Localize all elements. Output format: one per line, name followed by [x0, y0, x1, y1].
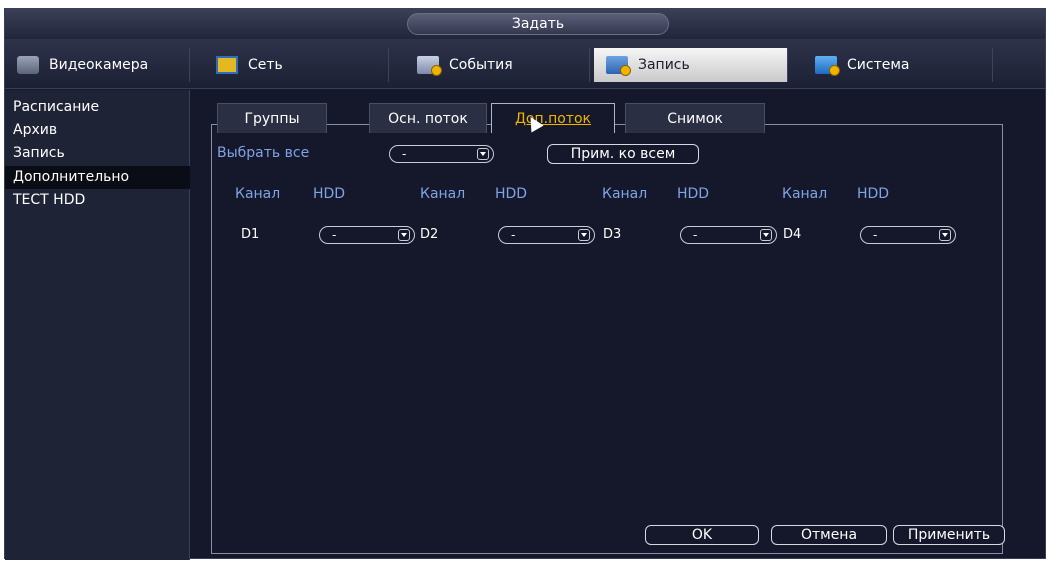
chevron-down-icon: [760, 229, 772, 241]
channel-d4-label: D4: [783, 227, 802, 242]
chevron-down-icon: [939, 229, 951, 241]
tab-snapshot[interactable]: Снимок: [625, 103, 765, 133]
channel-d3-hdd-value: -: [693, 228, 698, 242]
events-icon: [417, 56, 442, 76]
channel-d4-hdd-dropdown[interactable]: -: [860, 226, 956, 244]
col-channel-header: Канал: [235, 186, 281, 202]
channel-d2-label: D2: [420, 227, 439, 242]
chevron-down-icon: [578, 229, 590, 241]
apply-button[interactable]: Применить: [893, 525, 1005, 545]
menu-system-label: Система: [847, 57, 910, 73]
chevron-down-icon: [398, 229, 410, 241]
title-bar: Задать: [5, 9, 1045, 39]
channel-d3-label: D3: [603, 227, 622, 242]
channel-d1-hdd-dropdown[interactable]: -: [319, 226, 415, 244]
camera-icon: [17, 56, 39, 74]
channel-d3-hdd-dropdown[interactable]: -: [680, 226, 777, 244]
channel-d1-hdd-value: -: [332, 228, 337, 242]
menu-events-label: События: [449, 57, 513, 73]
sidebar: Расписание Архив Запись Дополнительно ТЕ…: [5, 90, 190, 560]
col-channel-header: Канал: [420, 186, 466, 202]
menu-events[interactable]: События: [405, 48, 590, 82]
sidebar-item-hdd-test[interactable]: ТЕСТ HDD: [5, 189, 190, 212]
col-hdd-header: HDD: [313, 186, 346, 202]
menu-network-label: Сеть: [248, 57, 283, 73]
col-hdd-header: HDD: [857, 186, 890, 202]
sidebar-item-archive[interactable]: Архив: [5, 119, 190, 142]
channel-d2-hdd-value: -: [511, 228, 516, 242]
menu-camera[interactable]: Видеокамера: [5, 48, 190, 82]
window-title: Задать: [407, 13, 669, 35]
tab-main-stream[interactable]: Осн. поток: [369, 103, 487, 133]
sidebar-item-record[interactable]: Запись: [5, 142, 190, 165]
channel-d4-hdd-value: -: [873, 228, 878, 242]
channel-d1-label: D1: [241, 227, 260, 242]
col-channel-header: Канал: [782, 186, 828, 202]
ok-button[interactable]: OK: [645, 525, 759, 545]
col-hdd-header: HDD: [677, 186, 710, 202]
select-all-label: Выбрать все: [217, 145, 310, 161]
menu-camera-label: Видеокамера: [49, 57, 149, 73]
tab-sub-stream[interactable]: Доп.поток: [491, 103, 615, 133]
col-channel-header: Канал: [602, 186, 648, 202]
select-all-value: -: [402, 147, 407, 161]
main-menu: Видеокамера Сеть События Запись Система: [5, 39, 1045, 89]
menu-system[interactable]: Система: [803, 48, 993, 82]
menu-record[interactable]: Запись: [594, 48, 788, 82]
cancel-button[interactable]: Отмена: [771, 525, 887, 545]
menu-network[interactable]: Сеть: [204, 48, 389, 82]
network-icon: [216, 56, 238, 74]
channel-d2-hdd-dropdown[interactable]: -: [498, 226, 595, 244]
record-icon: [606, 56, 631, 76]
col-hdd-header: HDD: [495, 186, 528, 202]
select-all-dropdown[interactable]: -: [389, 145, 494, 163]
settings-window: Задать Видеокамера Сеть События Запись С…: [4, 8, 1046, 560]
sidebar-item-advanced[interactable]: Дополнительно: [5, 166, 190, 189]
chevron-down-icon: [477, 148, 489, 160]
menu-record-label: Запись: [638, 57, 690, 73]
sidebar-item-schedule[interactable]: Расписание: [5, 96, 190, 119]
apply-to-all-button[interactable]: Прим. ко всем: [547, 144, 699, 164]
system-icon: [815, 56, 840, 76]
tab-groups[interactable]: Группы: [217, 103, 327, 133]
